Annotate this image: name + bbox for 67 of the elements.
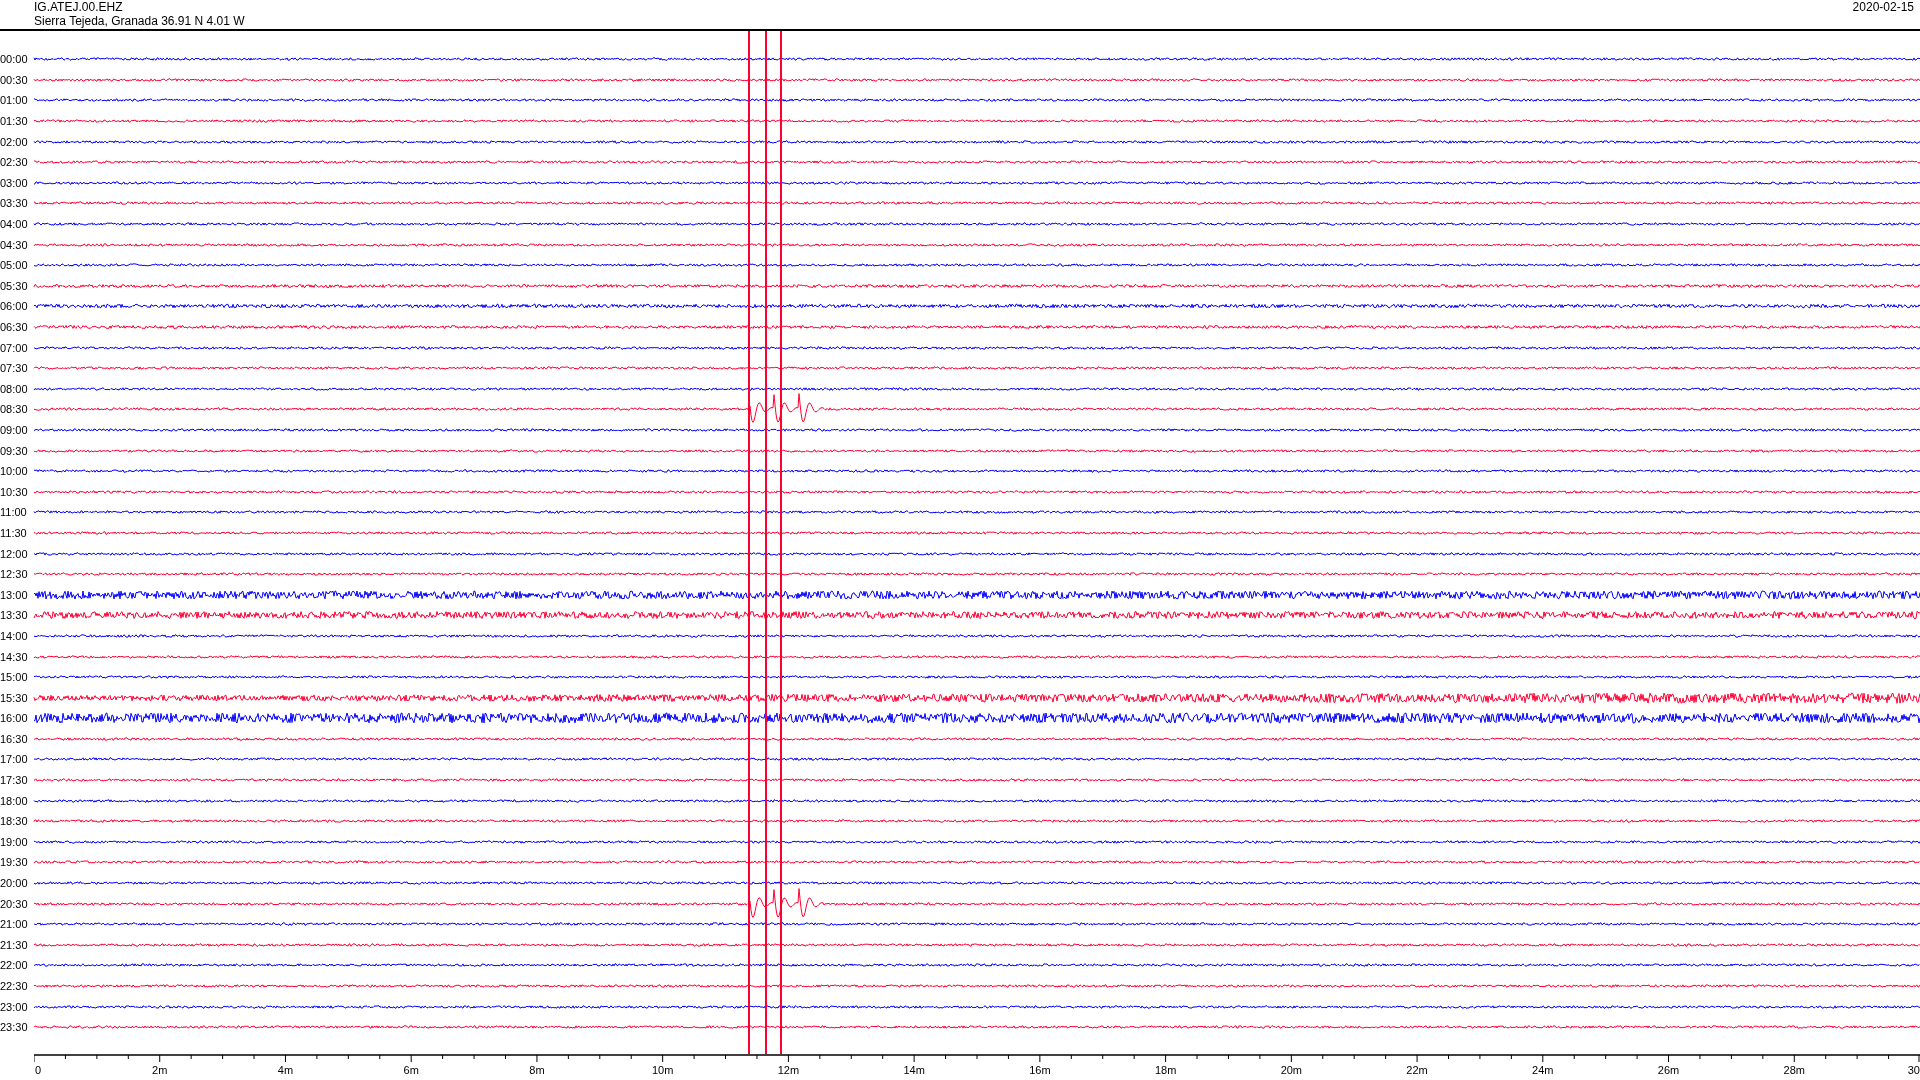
time-label: 18:30 [0, 815, 29, 828]
time-label: 04:30 [0, 238, 29, 251]
time-label: 21:00 [0, 918, 29, 931]
axis-tick-label: 30 [1907, 1064, 1920, 1076]
time-label: 00:00 [0, 53, 29, 66]
axis-tick-label: 20m [1280, 1064, 1303, 1076]
time-label: 16:30 [0, 732, 29, 745]
time-label: 08:00 [0, 382, 29, 395]
time-label: 02:30 [0, 156, 29, 169]
time-label: 05:00 [0, 259, 29, 272]
axis-tick-label: 24m [1532, 1064, 1554, 1076]
time-label: 22:30 [0, 980, 29, 992]
time-label: 22:00 [0, 959, 29, 972]
time-label: 07:30 [0, 362, 29, 375]
time-label: 19:30 [0, 856, 29, 869]
axis-tick-label: 6m [403, 1064, 419, 1076]
time-label: 12:30 [0, 568, 29, 581]
axis-tick-label: 0 [34, 1064, 42, 1076]
time-label: 11:30 [0, 526, 28, 539]
time-label: 16:00 [0, 712, 29, 725]
time-label: 17:00 [0, 753, 29, 766]
axis-tick-label: 18m [1154, 1064, 1177, 1076]
axis-tick-label: 14m [903, 1064, 925, 1076]
time-label: 20:30 [0, 897, 29, 910]
time-label: 01:00 [0, 94, 29, 107]
time-label: 07:00 [0, 341, 29, 354]
time-label: 13:00 [0, 588, 29, 601]
axis-tick-label: 4m [277, 1064, 294, 1076]
time-label: 03:30 [0, 197, 29, 210]
time-label: 10:00 [0, 465, 29, 478]
axis-tick-label: 28m [1783, 1064, 1805, 1076]
axis-tick-label: 26m [1657, 1064, 1680, 1076]
axis-tick-label: 12m [777, 1064, 800, 1076]
time-label: 23:00 [0, 1000, 29, 1013]
time-label: 18:00 [0, 794, 29, 807]
axis-tick-label: 16m [1029, 1064, 1051, 1076]
time-label: 20:00 [0, 877, 29, 890]
time-label: 09:30 [0, 444, 29, 457]
axis-tick-label: 8m [529, 1064, 545, 1076]
time-label: 06:00 [0, 300, 29, 313]
station-location: Sierra Tejeda, Granada 36.91 N 4.01 W [34, 14, 245, 28]
axis-tick-label: 22m [1406, 1064, 1428, 1076]
time-label: 08:30 [0, 403, 29, 416]
time-label: 02:00 [0, 135, 29, 148]
time-label: 21:30 [0, 938, 29, 951]
time-label: 09:00 [0, 424, 29, 436]
station-code: IG.ATEJ.00.EHZ [34, 0, 124, 14]
time-label: 15:30 [0, 691, 29, 704]
time-label: 10:30 [0, 485, 29, 498]
time-label: 15:00 [0, 671, 29, 684]
time-label: 13:30 [0, 609, 29, 622]
time-label: 17:30 [0, 774, 29, 787]
time-label: 19:00 [0, 835, 29, 848]
time-label: 14:30 [0, 650, 29, 663]
time-label: 05:30 [0, 279, 29, 292]
date-label: 2020-02-15 [1852, 0, 1914, 16]
axis-tick-label: 10m [651, 1064, 674, 1076]
time-label: 06:30 [0, 321, 29, 333]
time-label: 04:00 [0, 218, 29, 231]
time-label: 14:00 [0, 629, 29, 642]
time-label: 11:00 [0, 506, 28, 519]
time-label: 12:00 [0, 547, 29, 560]
time-label: 23:30 [0, 1021, 29, 1034]
axis-tick-label: 2m [152, 1064, 168, 1076]
time-label: 03:00 [0, 176, 29, 189]
time-label: 01:30 [0, 115, 29, 128]
time-label: 00:30 [0, 73, 29, 86]
